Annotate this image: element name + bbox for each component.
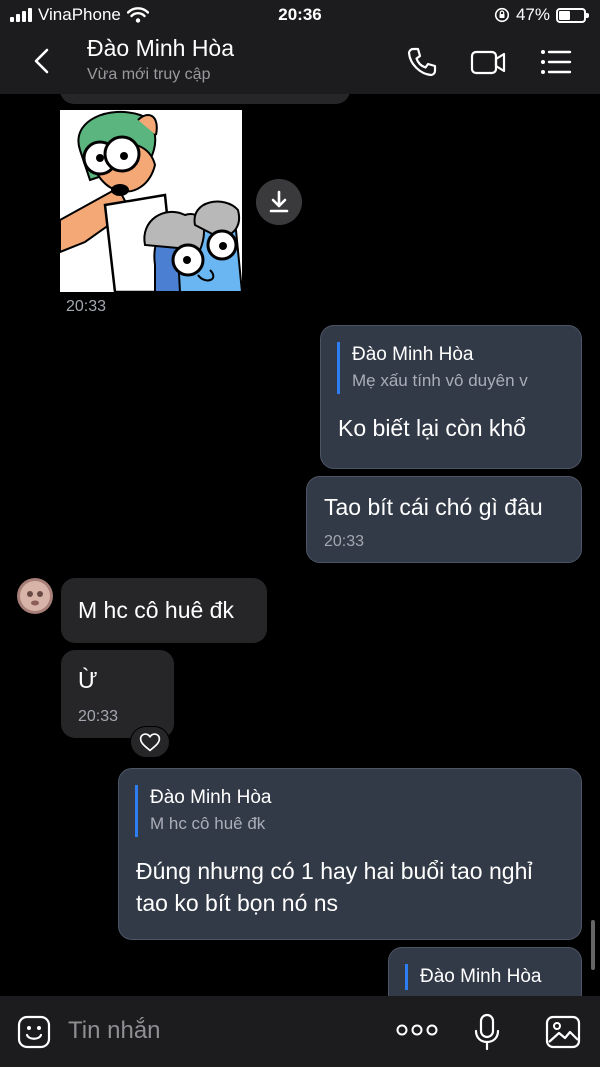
video-call-icon[interactable]: [470, 44, 506, 80]
status-bar: VinaPhone 20:36 47%: [0, 0, 600, 30]
heart-react-icon[interactable]: [130, 726, 170, 758]
reply-author: Đào Minh Hòa: [420, 966, 542, 987]
message-text: Tao bít cái chó gì đâu: [324, 494, 543, 520]
outgoing-message-bubble[interactable]: Đào Minh Hòa: [388, 947, 582, 996]
message-input[interactable]: [68, 1014, 368, 1048]
phone-icon[interactable]: [404, 44, 440, 80]
message-input-bar: [0, 996, 600, 1067]
message-text: Ừ: [78, 667, 98, 693]
outgoing-message-bubble[interactable]: Đào Minh Hòa M hc cô huê đk Đúng nhưng c…: [118, 768, 582, 940]
outgoing-message-bubble[interactable]: Tao bít cái chó gì đâu 20:33: [306, 476, 582, 563]
microphone-icon[interactable]: [472, 1012, 502, 1052]
contact-status: Vừa mới truy cập: [87, 66, 211, 83]
reply-quote[interactable]: Đào Minh Hòa M hc cô huê đk: [135, 785, 555, 837]
previous-message-bubble[interactable]: [60, 94, 350, 104]
message-list[interactable]: 20:33 Đào Minh Hòa Mẹ xấu tính vô duyên …: [0, 94, 600, 996]
more-options-icon[interactable]: [396, 1020, 438, 1040]
download-icon[interactable]: [256, 179, 302, 225]
contact-avatar[interactable]: [17, 578, 53, 614]
menu-list-icon[interactable]: [538, 44, 574, 80]
message-text: Ko biết lại còn khổ: [338, 415, 526, 441]
reply-quote[interactable]: Đào Minh Hòa: [405, 964, 565, 990]
reply-author: Đào Minh Hòa: [352, 344, 474, 365]
sticker-image[interactable]: [60, 110, 242, 292]
message-text-line-2: tao ko bít bọn nó ns: [136, 890, 339, 916]
battery-percent: 47%: [515, 5, 550, 24]
outgoing-message-bubble[interactable]: Đào Minh Hòa Mẹ xấu tính vô duyên v Ko b…: [320, 325, 582, 469]
message-text: M hc cô huê đk: [78, 597, 234, 623]
emoji-icon[interactable]: [17, 1015, 51, 1049]
reply-quote[interactable]: Đào Minh Hòa Mẹ xấu tính vô duyên v: [337, 342, 562, 394]
rotation-lock-icon: [494, 7, 510, 23]
contact-name[interactable]: Đào Minh Hòa: [87, 35, 234, 62]
message-timestamp: 20:33: [324, 533, 365, 550]
status-right: 47%: [494, 5, 589, 25]
reply-snippet: M hc cô huê đk: [150, 814, 266, 833]
scrollbar[interactable]: [591, 920, 595, 970]
incoming-message-bubble[interactable]: Ừ 20:33: [61, 650, 174, 738]
message-timestamp: 20:33: [78, 708, 119, 725]
message-text-line-1: Đúng nhưng có 1 hay hai buổi tao nghỉ: [136, 858, 533, 884]
incoming-message-bubble[interactable]: M hc cô huê đk: [61, 578, 267, 643]
chat-header: Đào Minh Hòa Vừa mới truy cập: [0, 30, 600, 94]
battery-fill: [559, 10, 571, 20]
chat-screen: VinaPhone 20:36 47% Đào Minh Hòa Vừa mới…: [0, 0, 600, 1067]
sticker-timestamp: 20:33: [66, 298, 107, 315]
battery-icon: [556, 7, 589, 23]
gallery-icon[interactable]: [545, 1015, 581, 1049]
reply-author: Đào Minh Hòa: [150, 787, 272, 808]
back-icon[interactable]: [28, 46, 58, 76]
reply-snippet: Mẹ xấu tính vô duyên v: [352, 371, 528, 390]
